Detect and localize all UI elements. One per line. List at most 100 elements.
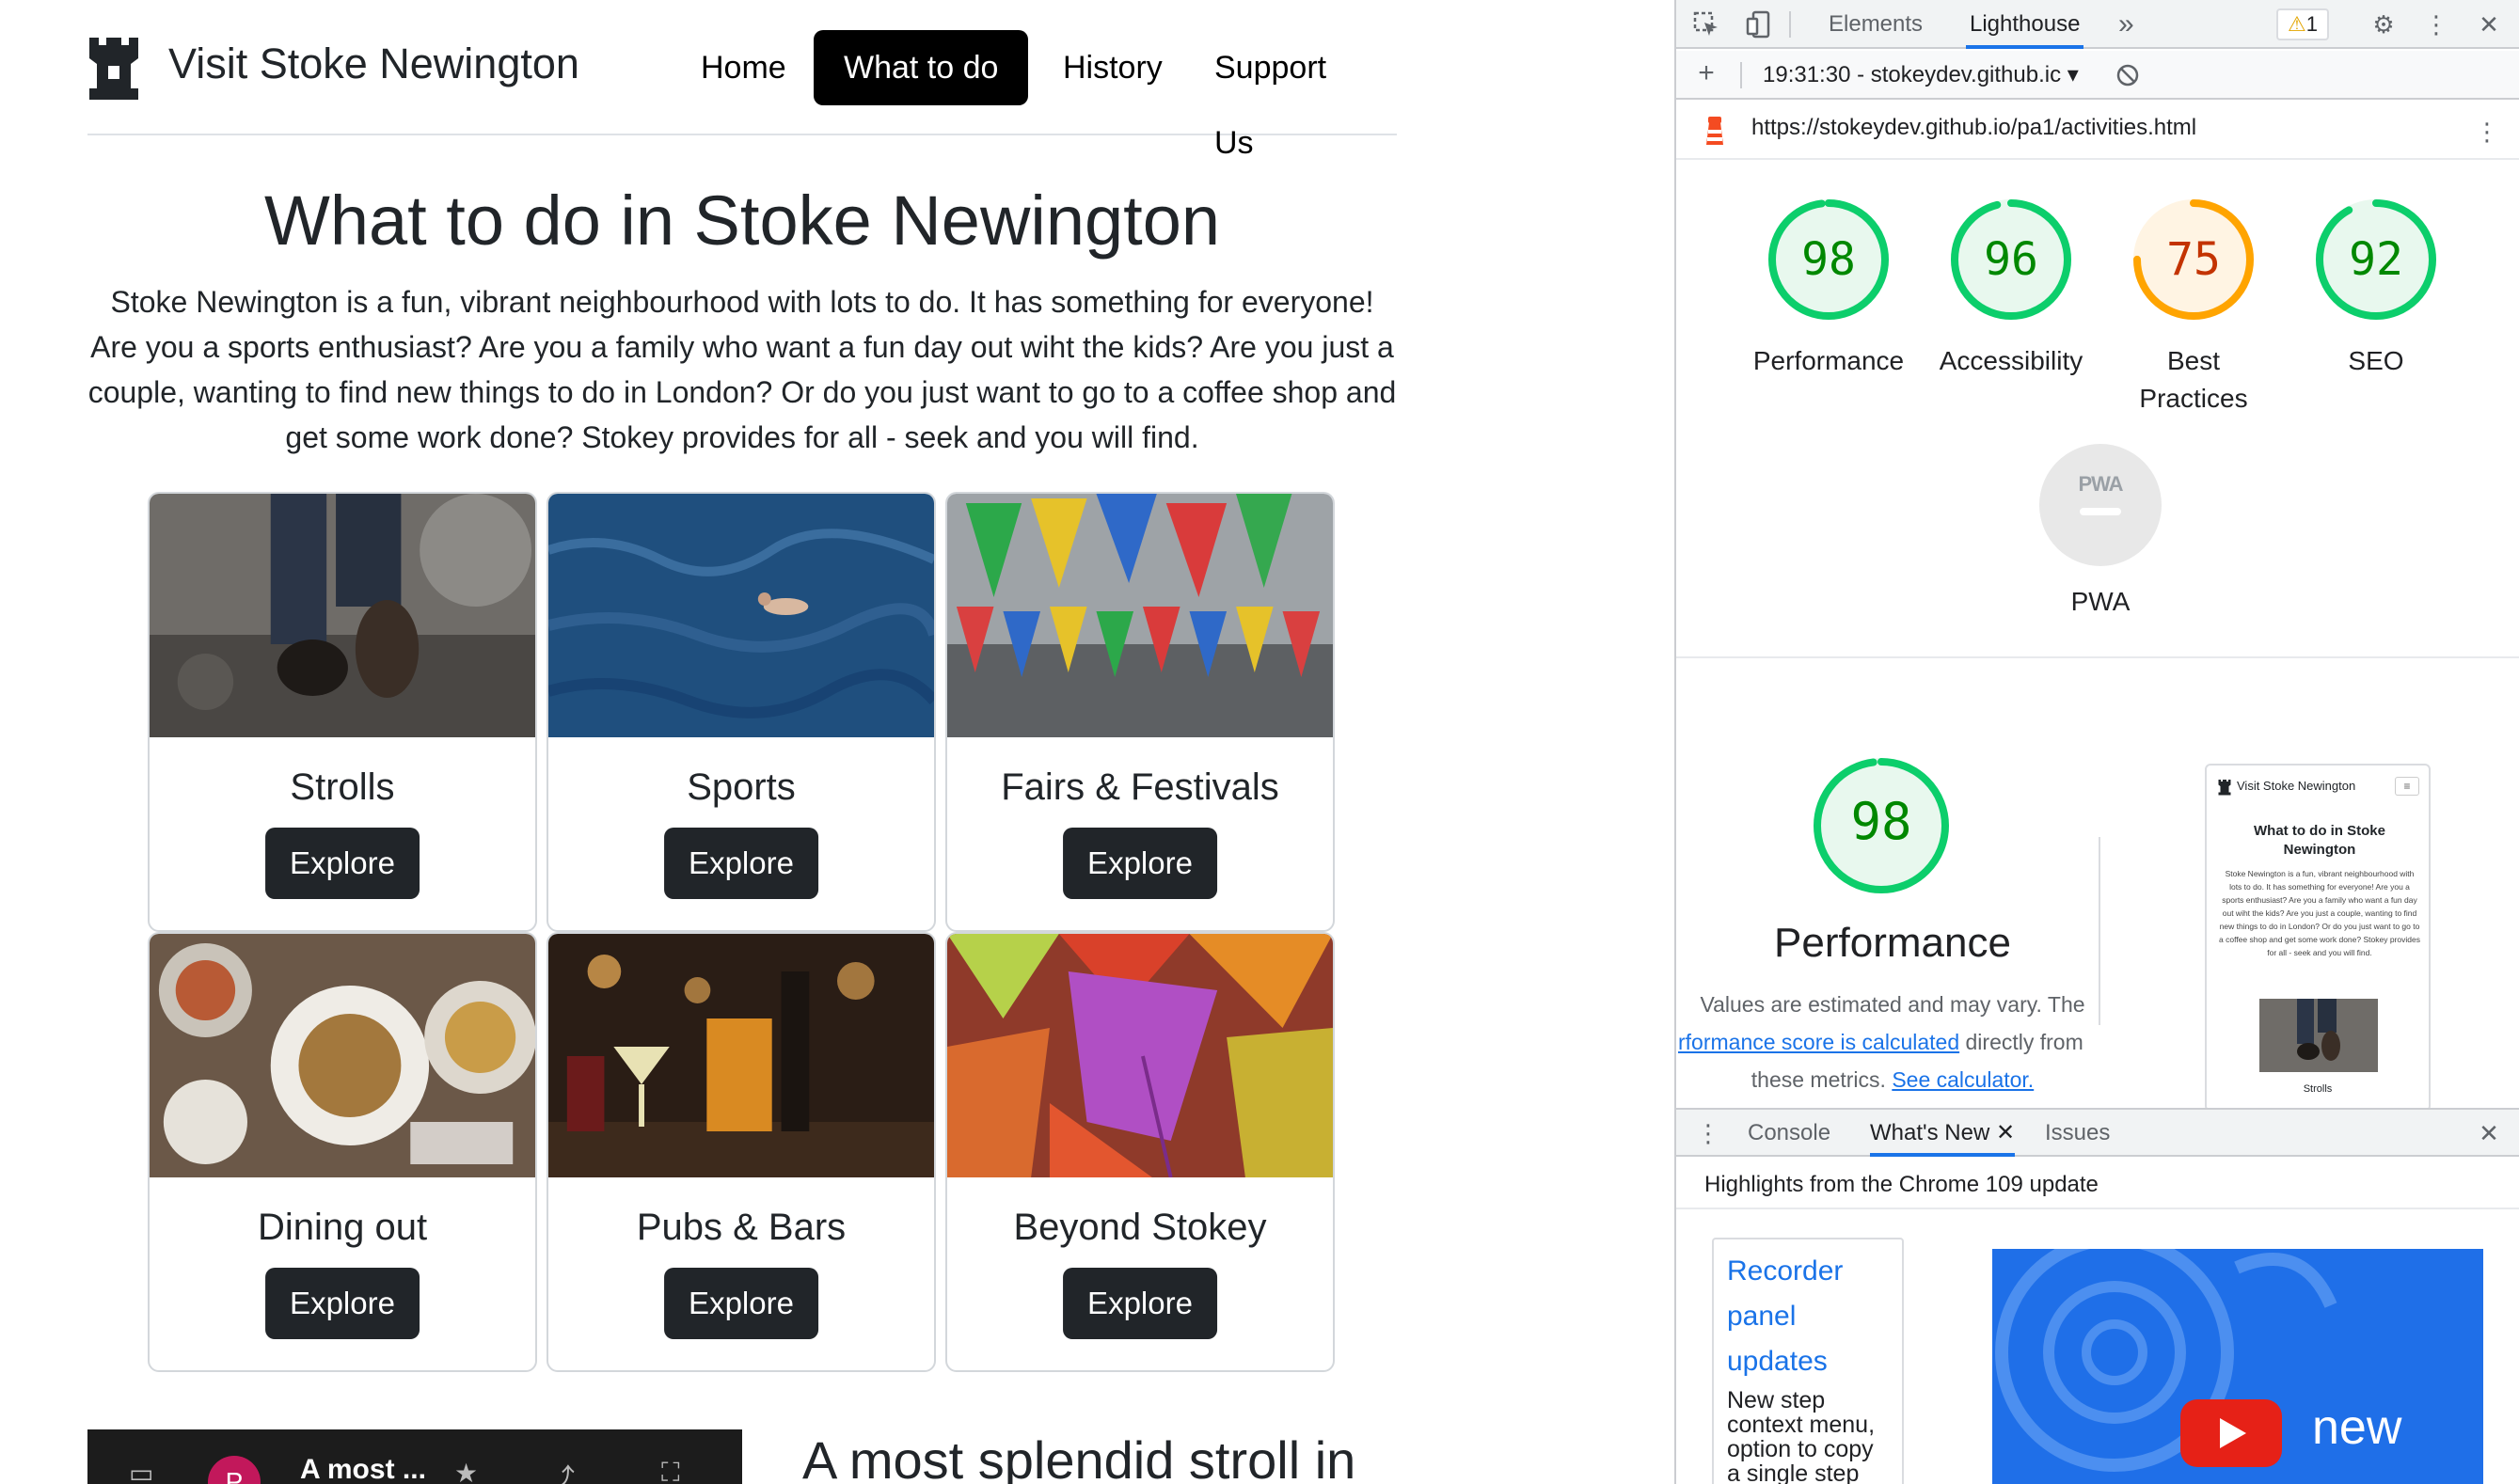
close-drawer-icon[interactable]: ✕ (2474, 1118, 2504, 1148)
warning-count: 1 (2305, 12, 2318, 36)
castle-rook-icon[interactable] (87, 34, 140, 102)
tab-whats-new[interactable]: What's New ✕ (1870, 1110, 2016, 1157)
nav-support-us[interactable]: Support Us (1184, 30, 1397, 161)
card-dining-out: Dining out Explore (148, 932, 537, 1372)
explore-button[interactable]: Explore (265, 1268, 420, 1339)
desc-line-2: rformance score is calculated directly f… (1676, 1023, 2109, 1061)
nav-home[interactable]: Home (671, 30, 816, 105)
device-toolbar-icon[interactable] (1744, 9, 1774, 39)
tab-console[interactable]: Console (1748, 1110, 1830, 1157)
tab-issues[interactable]: Issues (2045, 1110, 2110, 1157)
youtube-play-button[interactable] (2180, 1399, 2282, 1467)
recorder-update-card[interactable]: Recorder panel updates New step context … (1712, 1238, 1904, 1484)
card-beyond-stokey: Beyond Stokey Explore (945, 932, 1335, 1372)
gauge-label-pwa[interactable]: PWA (2006, 583, 2194, 621)
site-navbar: Visit Stoke Newington Home What to do Hi… (87, 0, 1397, 161)
explore-button[interactable]: Explore (265, 828, 420, 899)
card-fairs-festivals: Fairs & Festivals Explore (945, 492, 1335, 932)
cocktails-photo (548, 934, 934, 1177)
whats-new-header: Highlights from the Chrome 109 update (1676, 1159, 2519, 1209)
card-strolls: Strolls Explore (148, 492, 537, 932)
gauge-label[interactable]: SEO (2282, 342, 2470, 380)
kebab-menu-icon[interactable]: ⋮ (2421, 9, 2451, 39)
video-overlay-text: new (2312, 1400, 2402, 1455)
share-icon[interactable]: ⤴ (548, 1458, 575, 1484)
playlist-icon[interactable]: ▭ (129, 1458, 153, 1484)
explore-button[interactable]: Explore (664, 828, 818, 899)
thumb-body: Stoke Newington is a fun, vibrant neighb… (2219, 869, 2420, 957)
card-heading-line-1[interactable]: Recorder (1727, 1249, 1889, 1294)
desc-line-3-text: these metrics. (1751, 1067, 1893, 1092)
video-title[interactable]: A most ... (300, 1454, 426, 1484)
gauge-label[interactable]: Best Practices (2137, 342, 2250, 418)
website-viewport: Visit Stoke Newington Home What to do Hi… (0, 0, 1674, 1484)
card-heading-line-3[interactable]: updates (1727, 1339, 1889, 1384)
performance-heading: Performance (1774, 920, 2011, 966)
card-description: New step context menu, option to copy a … (1727, 1387, 1876, 1484)
castle-rook-icon (2218, 780, 2231, 796)
see-calculator-link[interactable]: See calculator. (1892, 1067, 2034, 1092)
youtube-embed[interactable]: ▭ P A most ... ★ ⤴ ⛶ (87, 1429, 742, 1484)
toolbar-divider (1740, 62, 1742, 88)
desc-line-2-tail: directly from (1959, 1030, 2083, 1054)
fullscreen-icon[interactable]: ⛶ (661, 1458, 680, 1484)
tab-lighthouse[interactable]: Lighthouse (1966, 0, 2084, 49)
pwa-badge-text: PWA (2078, 472, 2123, 496)
drawer-menu-icon[interactable]: ⋮ (1693, 1118, 1723, 1148)
inspect-element-icon[interactable] (1691, 9, 1721, 39)
new-report-plus-icon[interactable]: + (1691, 58, 1721, 88)
close-devtools-icon[interactable]: ✕ (2474, 9, 2504, 39)
thumb-brand: Visit Stoke Newington (2237, 779, 2356, 793)
card-title: Dining out (257, 1207, 428, 1248)
pwa-gauge[interactable]: PWA (2039, 444, 2162, 566)
intro-paragraph: Stoke Newington is a fun, vibrant neighb… (87, 285, 1397, 454)
explore-button[interactable]: Explore (1063, 1268, 1217, 1339)
swimmer-sea-photo (548, 494, 934, 737)
nav-history[interactable]: History (1033, 30, 1193, 105)
settings-gear-icon[interactable]: ⚙ (2368, 9, 2399, 39)
explore-button[interactable]: Explore (1063, 828, 1217, 899)
play-icon (2220, 1418, 2246, 1448)
clear-reports-icon[interactable] (2113, 60, 2143, 90)
whats-new-title: Highlights from the Chrome 109 update (1704, 1172, 2099, 1197)
vertical-divider (2099, 837, 2100, 1025)
thumb-title: What to do in Stoke Newington (2254, 823, 2385, 858)
gauge-score: 92 (2349, 233, 2403, 286)
section-divider (1676, 656, 2519, 658)
card-title: Pubs & Bars (636, 1207, 847, 1248)
performance-big-score: 98 (1850, 792, 1912, 851)
channel-avatar[interactable]: P (208, 1456, 261, 1484)
dining-table-photo (150, 934, 535, 1177)
star-icon[interactable]: ★ (454, 1458, 478, 1484)
report-url[interactable]: https://stokeydev.github.io/pa1/activiti… (1751, 115, 2196, 141)
card-pubs-bars: Pubs & Bars Explore (547, 932, 936, 1372)
gauge-label[interactable]: Accessibility (1917, 342, 2105, 380)
score-calc-link[interactable]: rformance score is calculated (1678, 1030, 1959, 1054)
tab-whats-new-label: What's New (1870, 1120, 1990, 1145)
more-tabs-icon[interactable]: » (2118, 0, 2134, 49)
final-screenshot-thumbnail[interactable]: Visit Stoke Newington ≡ What to do in St… (2205, 764, 2431, 1112)
report-url-bar: https://stokeydev.github.io/pa1/activiti… (1676, 102, 2519, 160)
devtools-panel: Elements Lighthouse » ⚠1 ⚙ ⋮ ✕ + 19:31:3… (1674, 0, 2519, 1484)
toolbar-divider (1789, 11, 1791, 38)
explore-button[interactable]: Explore (664, 1268, 818, 1339)
warning-icon: ⚠ (2288, 12, 2306, 36)
close-tab-icon[interactable]: ✕ (1996, 1120, 2015, 1145)
report-selector[interactable]: 19:31:30 - stokeydev.github.ic ▾ (1763, 60, 2079, 90)
gauge-label[interactable]: Performance (1735, 342, 1923, 380)
devtools-tabbar: Elements Lighthouse » ⚠1 ⚙ ⋮ ✕ (1676, 0, 2519, 49)
tab-elements[interactable]: Elements (1829, 0, 1923, 49)
bunting-photo (947, 494, 1333, 737)
lighthouse-logo-icon (1706, 117, 1723, 145)
performance-description: Values are estimated and may vary. The r… (1676, 986, 2109, 1098)
brand-name[interactable]: Visit Stoke Newington (168, 39, 579, 88)
card-heading-line-2[interactable]: panel (1727, 1294, 1889, 1339)
card-title: Sports (687, 766, 796, 808)
desc-line-3: these metrics. See calculator. (1676, 1061, 2109, 1098)
feet-walking-photo (150, 494, 535, 737)
whats-new-video[interactable]: new (1992, 1249, 2483, 1484)
report-menu-icon[interactable]: ⋮ (2472, 117, 2502, 147)
card-sports: Sports Explore (547, 492, 936, 932)
nav-what-to-do[interactable]: What to do (814, 30, 1029, 105)
warning-badge[interactable]: ⚠1 (2276, 8, 2329, 40)
